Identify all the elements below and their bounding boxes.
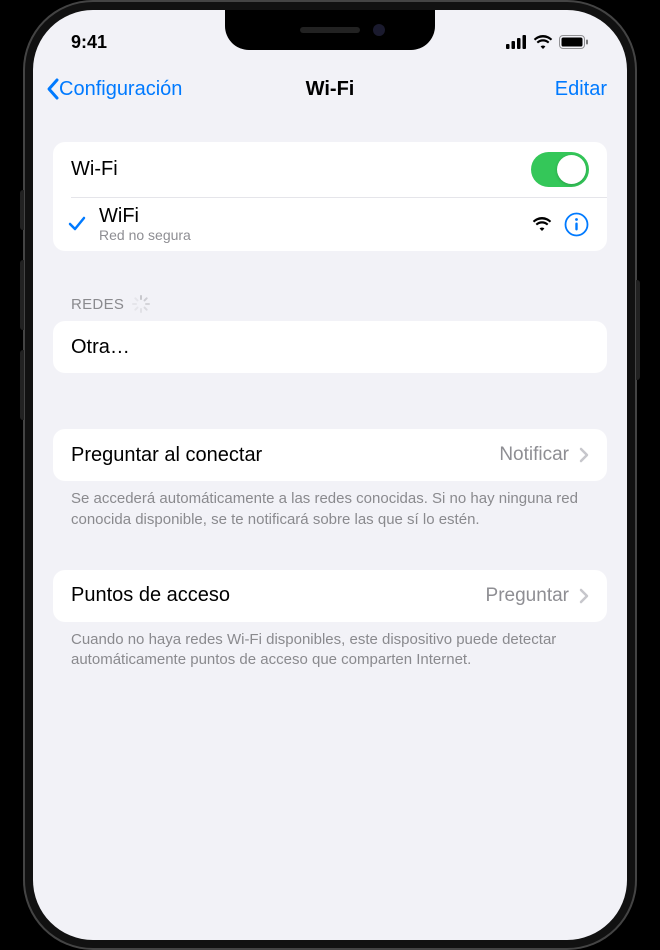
ask-to-join-row[interactable]: Preguntar al conectar Notificar — [53, 429, 607, 481]
hotspot-card: Puntos de acceso Preguntar — [53, 570, 607, 622]
network-right — [532, 212, 589, 237]
hotspot-value: Preguntar — [486, 585, 569, 607]
hotspot-label: Puntos de acceso — [71, 584, 486, 607]
hotspot-row[interactable]: Puntos de acceso Preguntar — [53, 570, 607, 622]
chevron-right-icon — [579, 447, 589, 463]
checkmark-icon — [67, 213, 87, 233]
networks-group: REDES Otra… — [53, 295, 607, 373]
mute-switch — [20, 190, 24, 230]
volume-up-button — [20, 260, 24, 330]
speaker — [300, 27, 360, 33]
ask-label: Preguntar al conectar — [71, 444, 499, 467]
screen: 9:41 Configuración Wi-Fi Editar Wi-Fi — [33, 10, 627, 940]
content: Wi-Fi WiFi Red no segura — [33, 142, 627, 670]
network-subtitle: Red no segura — [99, 228, 532, 243]
other-network-row[interactable]: Otra… — [53, 321, 607, 373]
ask-card: Preguntar al conectar Notificar — [53, 429, 607, 481]
wifi-toggle-row: Wi-Fi — [53, 142, 607, 197]
networks-card: Otra… — [53, 321, 607, 373]
info-icon[interactable] — [564, 212, 589, 237]
back-button[interactable]: Configuración — [45, 77, 182, 101]
wifi-status-icon — [533, 35, 553, 49]
connected-network-row[interactable]: WiFi Red no segura — [53, 197, 607, 251]
power-button — [636, 280, 640, 380]
status-icons — [506, 35, 589, 49]
hotspot-footer: Cuando no haya redes Wi-Fi disponibles, … — [53, 622, 607, 671]
networks-header-label: REDES — [71, 296, 124, 313]
wifi-label: Wi-Fi — [71, 158, 531, 181]
toggle-knob — [557, 155, 586, 184]
back-label: Configuración — [59, 78, 182, 101]
networks-header: REDES — [53, 295, 607, 321]
notch — [225, 10, 435, 50]
wifi-toggle[interactable] — [531, 152, 589, 187]
network-name: WiFi — [99, 205, 532, 228]
status-time: 9:41 — [71, 32, 107, 53]
nav-bar: Configuración Wi-Fi Editar — [33, 64, 627, 114]
edit-button[interactable]: Editar — [555, 78, 615, 101]
battery-icon — [559, 35, 589, 49]
phone-frame: 9:41 Configuración Wi-Fi Editar Wi-Fi — [23, 0, 637, 950]
hotspot-group: Puntos de acceso Preguntar Cuando no hay… — [53, 570, 607, 671]
other-network-label: Otra… — [71, 336, 589, 359]
front-camera — [373, 24, 385, 36]
spinner-icon — [132, 295, 150, 313]
wifi-group: Wi-Fi WiFi Red no segura — [53, 142, 607, 251]
wifi-signal-icon — [532, 217, 552, 232]
volume-down-button — [20, 350, 24, 420]
ask-group: Preguntar al conectar Notificar Se acced… — [53, 429, 607, 530]
cellular-icon — [506, 35, 527, 49]
page-title: Wi-Fi — [306, 78, 355, 101]
ask-value: Notificar — [499, 444, 569, 466]
chevron-right-icon — [579, 588, 589, 604]
ask-footer: Se accederá automáticamente a las redes … — [53, 481, 607, 530]
wifi-card: Wi-Fi WiFi Red no segura — [53, 142, 607, 251]
